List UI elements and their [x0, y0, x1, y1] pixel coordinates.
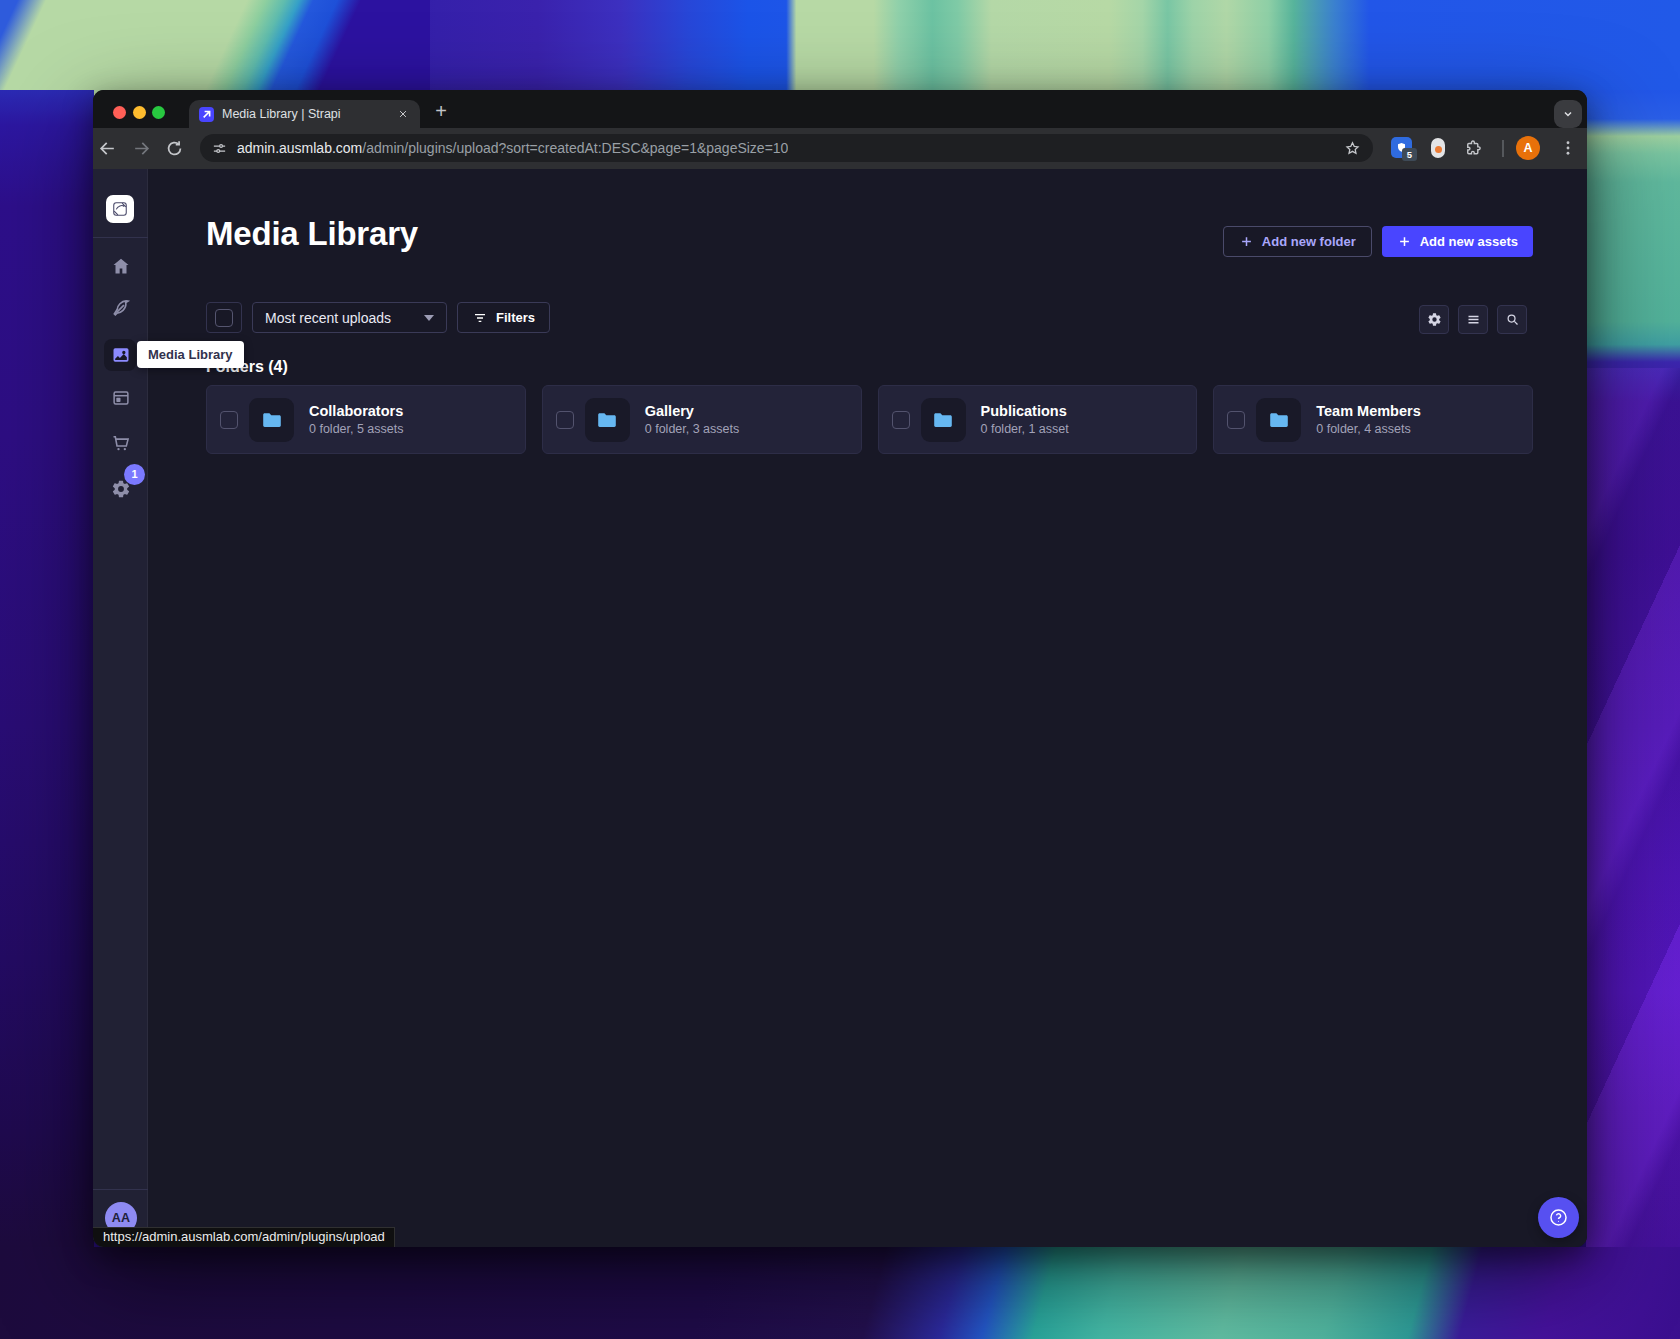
media-library-tooltip: Media Library [137, 341, 244, 368]
bookmark-star-icon[interactable] [1344, 140, 1361, 157]
help-button[interactable] [1538, 1197, 1579, 1238]
extension-badge: 5 [1402, 148, 1417, 161]
strapi-admin: 1 AA Media Library Add new folder Add ne… [93, 169, 1587, 1247]
folder-icon [1268, 409, 1290, 431]
folder-card[interactable]: Gallery 0 folder, 3 assets [542, 385, 862, 454]
sidebar: 1 AA [93, 169, 148, 1247]
folder-tile [249, 398, 294, 442]
wallpaper-right [1586, 90, 1680, 1247]
folder-grid: Collaborators 0 folder, 5 assets Gallery… [206, 385, 1533, 454]
cog-icon [1427, 312, 1442, 327]
folder-checkbox[interactable] [892, 411, 910, 429]
browser-toolbar: admin.ausmlab.com/admin/plugins/upload?s… [93, 128, 1587, 169]
folder-name: Collaborators [309, 403, 404, 419]
home-icon [111, 256, 131, 276]
browser-menu-icon[interactable] [1559, 139, 1577, 157]
cart-icon [111, 433, 131, 453]
extensions-puzzle-icon[interactable] [1464, 139, 1482, 157]
forward-icon[interactable] [132, 139, 151, 158]
sort-select[interactable]: Most recent uploads [252, 302, 447, 333]
folder-tile [921, 398, 966, 442]
browser-tab[interactable]: Media Library | Strapi [189, 100, 420, 128]
sidebar-item-content-type-builder[interactable] [93, 288, 148, 328]
reload-icon[interactable] [165, 139, 184, 158]
status-url-tooltip: https://admin.ausmlab.com/admin/plugins/… [93, 1227, 395, 1247]
site-info-icon[interactable] [212, 141, 227, 156]
new-tab-button[interactable]: + [429, 99, 453, 123]
list-view-button[interactable] [1458, 305, 1488, 334]
select-all-checkbox[interactable] [206, 302, 242, 333]
sidebar-divider-bottom [93, 1189, 148, 1190]
folder-meta: 0 folder, 5 assets [309, 422, 404, 436]
media-library-icon [111, 345, 131, 365]
tab-search-button[interactable] [1554, 100, 1582, 128]
folder-checkbox[interactable] [556, 411, 574, 429]
desktop-wallpaper: Media Library | Strapi + admin.ausmlab.c… [0, 0, 1680, 1339]
folder-card[interactable]: Collaborators 0 folder, 5 assets [206, 385, 526, 454]
folder-checkbox[interactable] [220, 411, 238, 429]
browser-window: Media Library | Strapi + admin.ausmlab.c… [93, 90, 1587, 1247]
checkbox[interactable] [215, 309, 233, 327]
sidebar-item-marketplace[interactable] [93, 423, 148, 463]
filters-button[interactable]: Filters [457, 302, 550, 333]
sidebar-item-home[interactable] [93, 246, 148, 286]
folder-icon [596, 409, 618, 431]
folder-icon [932, 409, 954, 431]
address-bar[interactable]: admin.ausmlab.com/admin/plugins/upload?s… [200, 134, 1373, 162]
folder-card[interactable]: Publications 0 folder, 1 asset [878, 385, 1198, 454]
sidebar-divider-top [93, 237, 148, 238]
tab-strip: Media Library | Strapi + [93, 90, 1587, 128]
feather-icon [111, 298, 131, 318]
folder-icon [261, 409, 283, 431]
folder-tile [585, 398, 630, 442]
folder-card[interactable]: Team Members 0 folder, 4 assets [1213, 385, 1533, 454]
sidebar-item-content-manager[interactable] [93, 378, 148, 418]
header-actions: Add new folder Add new assets [1223, 226, 1533, 257]
page-title: Media Library [206, 215, 418, 253]
notification-badge: 1 [124, 464, 145, 485]
filter-icon [472, 310, 488, 326]
plus-icon [1397, 234, 1412, 249]
panel-icon [111, 388, 131, 408]
toolbar-separator [1502, 140, 1504, 157]
list-controls: Most recent uploads Filters [206, 302, 550, 333]
url-text: admin.ausmlab.com/admin/plugins/upload?s… [237, 140, 788, 156]
plus-icon [1239, 234, 1254, 249]
strapi-favicon [199, 107, 214, 122]
folder-checkbox[interactable] [1227, 411, 1245, 429]
search-button[interactable] [1497, 305, 1527, 334]
fullscreen-window-button[interactable] [152, 106, 165, 119]
list-icon [1466, 312, 1481, 327]
minimize-window-button[interactable] [133, 106, 146, 119]
folder-name: Gallery [645, 403, 740, 419]
folder-name: Team Members [1316, 403, 1421, 419]
add-new-assets-button[interactable]: Add new assets [1382, 226, 1533, 257]
folder-meta: 0 folder, 1 asset [981, 422, 1069, 436]
folder-tile [1256, 398, 1301, 442]
view-options [1419, 305, 1527, 334]
question-icon [1548, 1207, 1569, 1228]
search-icon [1505, 312, 1520, 327]
strapi-logo[interactable] [106, 195, 134, 223]
close-window-button[interactable] [113, 106, 126, 119]
wallpaper-top-left [0, 0, 430, 97]
tab-title: Media Library | Strapi [222, 107, 398, 121]
folder-name: Publications [981, 403, 1069, 419]
back-icon[interactable] [98, 139, 117, 158]
view-settings-button[interactable] [1419, 305, 1449, 334]
wallpaper-left [0, 90, 94, 1247]
wallpaper-bottom [0, 1247, 1680, 1339]
folder-meta: 0 folder, 4 assets [1316, 422, 1421, 436]
folder-meta: 0 folder, 3 assets [645, 422, 740, 436]
add-new-folder-button[interactable]: Add new folder [1223, 226, 1372, 257]
tab-close-icon[interactable] [398, 109, 408, 119]
browser-profile-avatar[interactable]: A [1516, 136, 1540, 160]
chevron-down-icon [424, 315, 434, 321]
extension-icon[interactable] [1431, 138, 1445, 158]
